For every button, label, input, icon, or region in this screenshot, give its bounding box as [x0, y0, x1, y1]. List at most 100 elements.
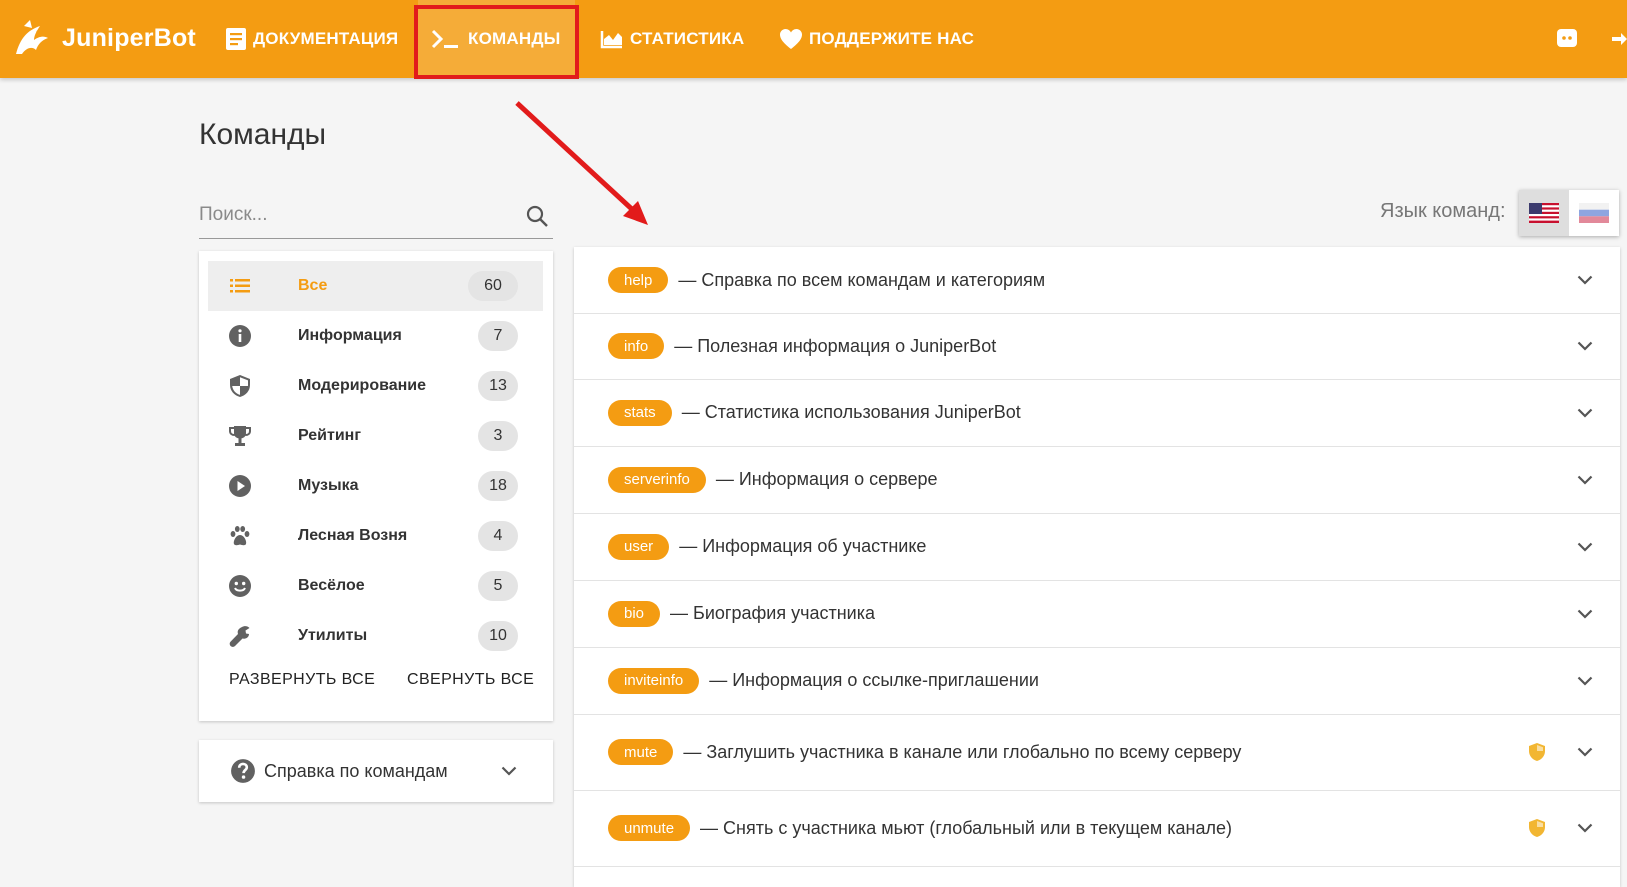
login-button[interactable] — [1612, 0, 1627, 78]
category-count: 7 — [478, 321, 518, 351]
command-row-info[interactable]: info — Полезная информация о JuniperBot — [574, 313, 1620, 380]
command-name-chip: stats — [608, 399, 672, 426]
category-item-fun[interactable]: Весёлое 5 — [208, 561, 543, 611]
moderator-shield-icon — [1529, 819, 1545, 837]
moderator-shield-icon — [1529, 743, 1545, 761]
page-title: Команды — [199, 118, 327, 151]
command-row-user[interactable]: user — Информация об участнике — [574, 513, 1620, 581]
category-item-utilities[interactable]: Утилиты 10 — [208, 611, 543, 661]
command-description: — Биография участника — [670, 603, 876, 623]
command-row-bio[interactable]: bio — Биография участника — [574, 580, 1620, 648]
category-label: Весёлое — [298, 577, 365, 594]
search-icon[interactable] — [525, 204, 549, 228]
command-description: — Снять с участника мьют (глобальный или… — [700, 817, 1233, 838]
top-navbar: JuniperBot ДОКУМЕНТАЦИЯ КОМАНДЫ СТАТИСТИ… — [0, 0, 1627, 78]
command-name-chip: bio — [608, 600, 661, 627]
help-icon — [231, 759, 255, 783]
chevron-down-icon — [1577, 823, 1593, 833]
command-name-chip: help — [608, 267, 669, 293]
search-input[interactable] — [199, 198, 499, 226]
command-name-chip: inviteinfo — [608, 667, 700, 694]
category-count: 13 — [478, 371, 518, 401]
login-icon — [1612, 33, 1627, 45]
command-list: help — Справка по всем командам и катего… — [574, 247, 1620, 887]
chevron-down-icon — [1577, 275, 1593, 285]
category-count: 4 — [478, 521, 518, 551]
heart-icon — [780, 29, 802, 49]
language-en-button[interactable] — [1519, 190, 1569, 236]
category-label: Модерирование — [298, 377, 427, 394]
command-row-unmute[interactable]: unmute — Снять с участника мьют (глобаль… — [574, 790, 1620, 867]
category-label: Лесная Возня — [298, 527, 408, 544]
command-description: — Статистика использования JuniperBot — [681, 402, 1021, 422]
chevron-down-icon — [1577, 676, 1593, 686]
category-label: Музыка — [298, 477, 359, 494]
info-icon — [229, 325, 251, 347]
category-label: Все — [298, 277, 328, 294]
category-item-moderation[interactable]: Модерирование 13 — [208, 361, 543, 411]
command-description: — Заглушить участника в канале или глоба… — [683, 741, 1242, 762]
wrench-icon — [229, 626, 250, 647]
list-icon — [230, 279, 250, 293]
expand-all-button[interactable]: РАЗВЕРНУТЬ ВСЕ — [229, 671, 375, 689]
category-count: 5 — [478, 571, 518, 601]
command-description: — Информация об участнике — [679, 536, 927, 556]
nav-documentation[interactable]: ДОКУМЕНТАЦИЯ — [225, 0, 398, 78]
command-name-chip: serverinfo — [608, 466, 706, 493]
trophy-icon — [229, 426, 251, 446]
command-name-chip: info — [608, 333, 665, 359]
chevron-down-icon — [1577, 408, 1593, 418]
command-name-chip: mute — [608, 739, 674, 765]
chevron-down-icon — [501, 766, 517, 776]
discord-button[interactable] — [1556, 0, 1584, 78]
category-item-all[interactable]: Все 60 — [208, 261, 543, 311]
chevron-down-icon — [1577, 609, 1593, 619]
nav-statistics-label: СТАТИСТИКА — [630, 29, 745, 48]
commands-help-panel[interactable]: Справка по командам — [199, 740, 553, 802]
command-description: — Информация о сервере — [715, 469, 938, 489]
shield-icon — [230, 375, 250, 397]
book-icon — [226, 28, 246, 50]
paw-icon — [230, 526, 250, 546]
play-icon — [229, 475, 251, 497]
juniper-logo-icon — [16, 20, 48, 54]
command-description: — Информация о ссылке-приглашении — [709, 670, 1039, 690]
category-item-info[interactable]: Информация 7 — [208, 311, 543, 361]
command-name-chip: user — [608, 533, 670, 560]
chart-icon — [600, 31, 622, 49]
command-row-inviteinfo[interactable]: inviteinfo — Информация о ссылке-приглаш… — [574, 647, 1620, 715]
command-row-mute[interactable]: mute — Заглушить участника в канале или … — [574, 714, 1620, 791]
command-description: — Полезная информация о JuniperBot — [674, 335, 997, 356]
nav-support[interactable]: ПОДДЕРЖИТЕ НАС — [779, 0, 974, 78]
chevron-down-icon — [1577, 542, 1593, 552]
chevron-down-icon — [1577, 747, 1593, 757]
chevron-down-icon — [1577, 341, 1593, 351]
language-ru-button[interactable] — [1569, 190, 1619, 236]
smile-icon — [229, 575, 251, 597]
discord-icon — [1557, 29, 1577, 47]
command-name-chip: unmute — [608, 815, 691, 841]
category-count: 3 — [478, 421, 518, 451]
nav-support-label: ПОДДЕРЖИТЕ НАС — [809, 29, 975, 48]
commands-help-label: Справка по командам — [264, 760, 448, 781]
chevron-down-icon — [1577, 475, 1593, 485]
command-row-serverinfo[interactable]: serverinfo — Информация о сервере — [574, 446, 1620, 514]
category-count: 18 — [478, 471, 518, 501]
category-item-music[interactable]: Музыка 18 — [208, 461, 543, 511]
command-row-stats[interactable]: stats — Статистика использования Juniper… — [574, 379, 1620, 447]
category-item-forest[interactable]: Лесная Возня 4 — [208, 511, 543, 561]
nav-statistics[interactable]: СТАТИСТИКА — [600, 0, 744, 78]
collapse-all-button[interactable]: СВЕРНУТЬ ВСЕ — [407, 671, 534, 689]
brand-name: JuniperBot — [62, 23, 196, 52]
command-language-label: Язык команд: — [1380, 200, 1506, 222]
command-description: — Справка по всем командам и категориям — [678, 269, 1046, 290]
category-label: Утилиты — [298, 627, 368, 644]
command-row-help[interactable]: help — Справка по всем командам и катего… — [574, 247, 1620, 314]
brand-logo[interactable]: JuniperBot — [10, 14, 196, 62]
category-count: 60 — [468, 271, 518, 301]
annotation-highlight-box — [414, 5, 579, 79]
category-list: Все 60 Информация 7 Модерирование 13 Рей… — [199, 251, 553, 721]
category-count: 10 — [478, 621, 518, 651]
category-item-rating[interactable]: Рейтинг 3 — [208, 411, 543, 461]
nav-documentation-label: ДОКУМЕНТАЦИЯ — [253, 29, 399, 48]
